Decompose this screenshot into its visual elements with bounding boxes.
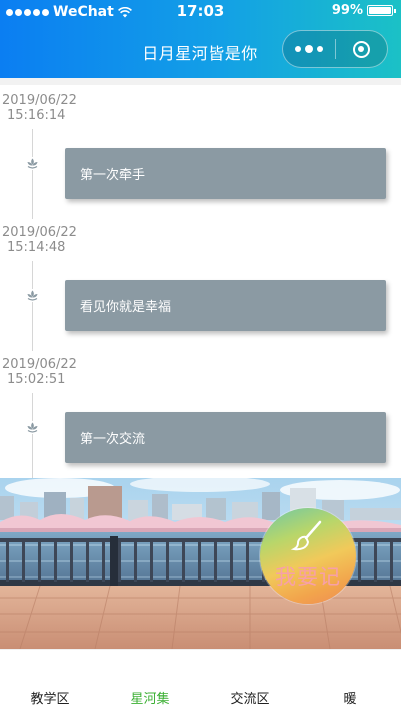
timeline-line — [32, 261, 33, 351]
target-circle-icon[interactable] — [335, 31, 387, 67]
mini-program-capsule — [282, 30, 388, 68]
brush-icon — [290, 520, 322, 551]
bottom-tab-bar: 教学区 星河集 交流区 暖 — [0, 649, 401, 710]
timeline: 2019/06/22 15:16:14 第一次牵手 2019/06/22 15:… — [0, 78, 401, 483]
status-bar: WeChat 17:03 99% — [0, 0, 401, 22]
record-button-label: 我要记 — [275, 565, 341, 589]
timeline-line — [32, 393, 33, 483]
timeline-entry: 2019/06/22 15:14:48 看见你就是幸福 — [0, 217, 401, 351]
timeline-card[interactable]: 第一次牵手 — [65, 148, 386, 199]
top-bar: WeChat 17:03 99% 日月星河皆是你 — [0, 0, 401, 78]
entry-date: 2019/06/22 — [2, 225, 77, 240]
battery-indicator: 99% — [331, 3, 396, 18]
timeline-card[interactable]: 第一次交流 — [65, 412, 386, 463]
page-title: 日月星河皆是你 — [142, 44, 258, 63]
timeline-entry: 2019/06/22 15:02:51 第一次交流 — [0, 349, 401, 483]
more-dots-icon[interactable] — [283, 31, 335, 67]
battery-icon — [367, 5, 396, 16]
tab-galaxy-collection[interactable]: 星河集 — [100, 688, 200, 707]
tab-teaching[interactable]: 教学区 — [0, 688, 100, 707]
timeline-line — [32, 129, 33, 219]
lotus-icon — [26, 289, 39, 302]
entry-time: 15:14:48 — [7, 240, 66, 255]
timeline-card[interactable]: 看见你就是幸福 — [65, 280, 386, 331]
lotus-icon — [26, 157, 39, 170]
tab-warm[interactable]: 暖 — [300, 688, 400, 707]
entry-date: 2019/06/22 — [2, 357, 77, 372]
battery-percent: 99% — [331, 3, 363, 18]
entry-time: 15:16:14 — [7, 108, 66, 123]
entry-time: 15:02:51 — [7, 372, 66, 387]
tab-exchange[interactable]: 交流区 — [200, 688, 300, 707]
entry-date: 2019/06/22 — [2, 93, 77, 108]
record-memory-button[interactable]: 我要记 — [260, 508, 356, 604]
lotus-icon — [26, 421, 39, 434]
timeline-entry: 2019/06/22 15:16:14 第一次牵手 — [0, 85, 401, 219]
